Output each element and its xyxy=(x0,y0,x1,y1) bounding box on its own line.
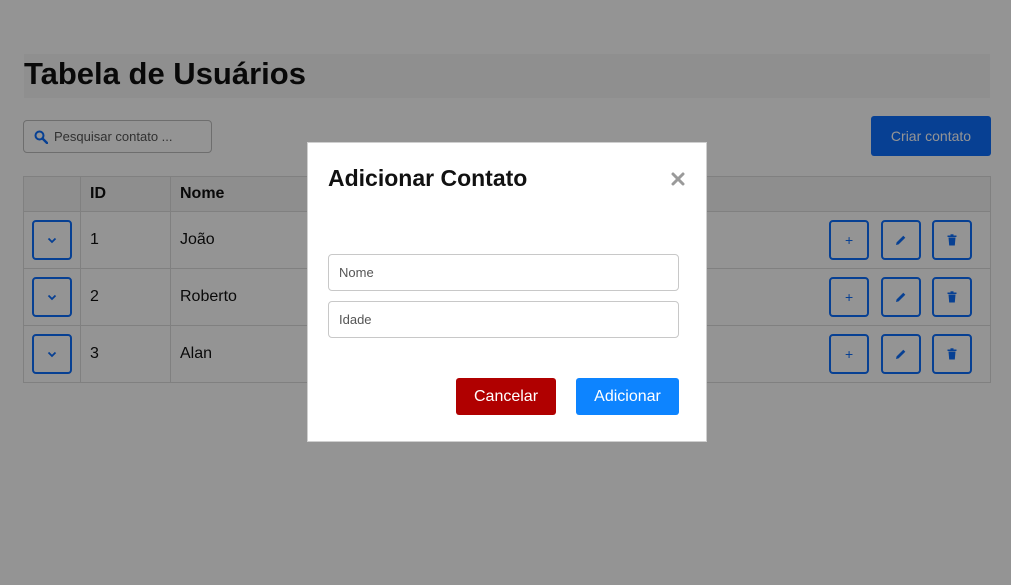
add-button[interactable]: Adicionar xyxy=(576,378,679,415)
cancel-button[interactable]: Cancelar xyxy=(456,378,556,415)
age-field[interactable] xyxy=(328,301,679,338)
close-icon[interactable] xyxy=(669,170,687,188)
add-contact-modal: Adicionar Contato Cancelar Adicionar xyxy=(307,142,707,442)
modal-title: Adicionar Contato xyxy=(328,165,528,191)
page: Tabela de Usuários Criar contato ID Nome xyxy=(0,0,1011,585)
name-field[interactable] xyxy=(328,254,679,291)
